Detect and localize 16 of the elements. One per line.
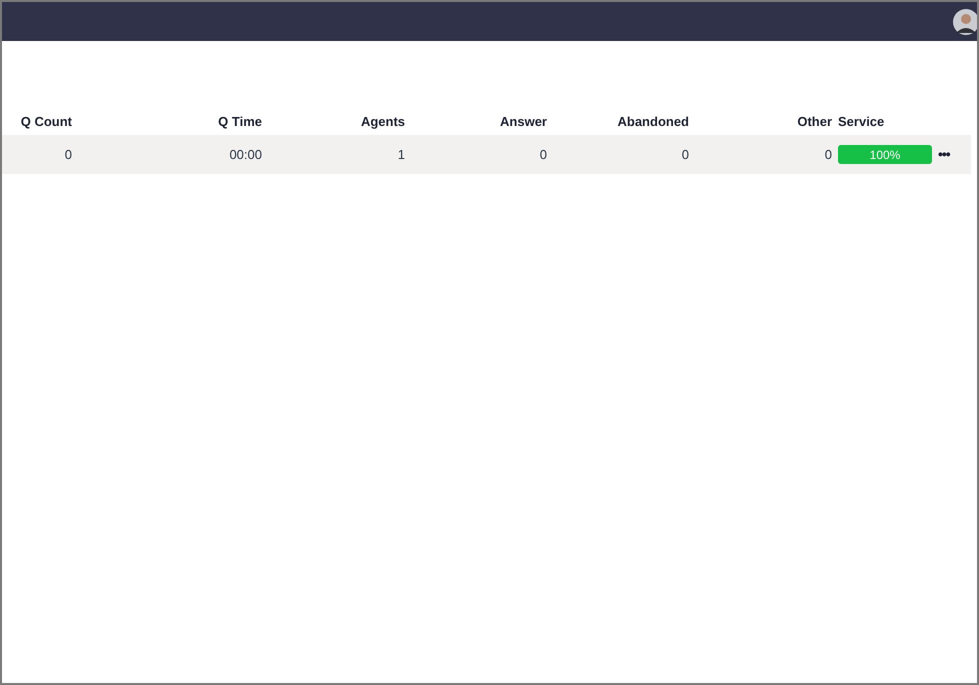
table-cell: 0 <box>540 146 547 162</box>
avatar[interactable] <box>953 8 977 34</box>
table-cell: 0 <box>682 146 689 162</box>
column-header[interactable]: Q Count <box>20 114 72 130</box>
table-cell: 00:00 <box>229 146 262 162</box>
column-header[interactable]: Service <box>838 114 884 130</box>
column-header[interactable]: Other <box>797 114 832 130</box>
more-options-button[interactable]: ••• <box>938 146 950 161</box>
table-cell: 1 <box>398 146 405 162</box>
column-header[interactable]: Agents <box>360 114 405 130</box>
table-cell: 0 <box>64 146 72 162</box>
table-cell: 0 <box>824 146 832 162</box>
column-header[interactable]: Abandoned <box>618 114 689 130</box>
column-header[interactable]: Answer <box>500 114 547 130</box>
service-percentage: 100% <box>868 146 902 164</box>
column-header[interactable]: Q Time <box>218 114 262 130</box>
